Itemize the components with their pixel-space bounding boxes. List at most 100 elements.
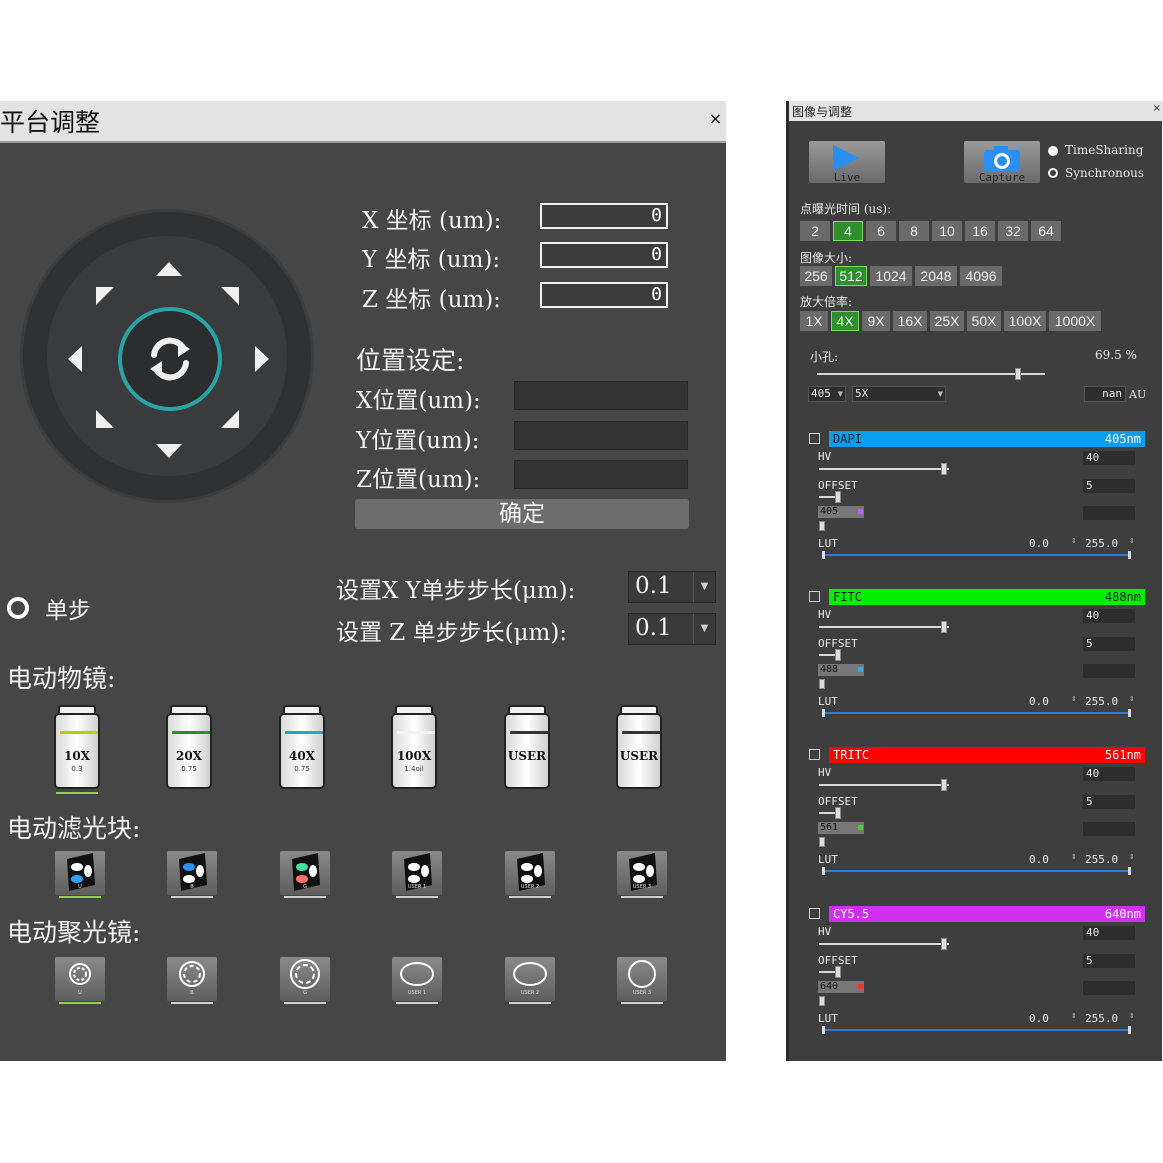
laser-slider-thumb[interactable] [819,837,825,847]
exposure-chip[interactable]: 64 [1031,221,1061,241]
image-close-button[interactable]: × [1153,103,1161,114]
timesharing-radio[interactable] [1048,146,1058,156]
reset-position-button[interactable] [118,307,222,411]
condenser-button[interactable]: B [167,957,217,1005]
filter-block-button[interactable]: USER 1 [392,851,442,899]
lut-min-handle[interactable] [822,867,825,875]
lut-range-slider[interactable] [823,712,1129,714]
objective-button[interactable]: USER [614,703,664,793]
xy-step-select[interactable]: 0.1 ▼ [628,571,716,603]
objective-button[interactable]: 100X 1.4oil [389,703,439,793]
channel-enable-checkbox[interactable] [809,749,820,760]
zoom-chip[interactable]: 16X [893,311,927,331]
move-up-left-arrow-icon[interactable] [96,287,114,305]
lut-min-handle[interactable] [822,551,825,559]
spinner-icon[interactable]: ⇕ [1129,1012,1135,1020]
laser-slider-thumb[interactable] [819,521,825,531]
exposure-chip[interactable]: 16 [965,221,995,241]
laser-line-chip[interactable]: 405 [818,506,864,518]
offset-slider-thumb[interactable] [835,807,841,819]
spinner-icon[interactable]: ⇕ [1129,537,1135,545]
laser-line-chip[interactable]: 640 [818,981,864,993]
single-step-radio[interactable] [7,597,29,619]
hv-slider-track[interactable] [819,784,949,786]
filter-block-button[interactable]: USER 3 [617,851,667,899]
spinner-icon[interactable]: ⇕ [1071,695,1077,703]
condenser-button[interactable]: USER 2 [505,957,555,1005]
lut-range-slider[interactable] [823,870,1129,872]
lut-max-handle[interactable] [1128,867,1131,875]
zoom-chip[interactable]: 9X [862,311,890,331]
hv-slider-track[interactable] [819,943,949,945]
image-size-chip[interactable]: 512 [835,266,867,286]
spinner-icon[interactable]: ⇕ [1071,853,1077,861]
objective-button[interactable]: 10X 0.3 [52,703,102,794]
exposure-chip[interactable]: 2 [800,221,830,241]
spinner-icon[interactable]: ⇕ [1129,695,1135,703]
condenser-button[interactable]: U [55,957,105,1005]
image-size-chip[interactable]: 256 [800,266,832,286]
condenser-button[interactable]: G [280,957,330,1005]
filter-block-button[interactable]: B [167,851,217,899]
confirm-button[interactable]: 确定 [355,499,689,529]
spinner-icon[interactable]: ⇕ [1071,1012,1077,1020]
laser-slider-thumb[interactable] [819,996,825,1006]
filter-block-button[interactable]: USER 2 [505,851,555,899]
offset-slider-thumb[interactable] [835,649,841,661]
channel-enable-checkbox[interactable] [809,908,820,919]
filter-block-button[interactable]: G [280,851,330,899]
stage-close-button[interactable]: × [709,109,722,128]
hv-slider-track[interactable] [819,626,949,628]
move-down-left-arrow-icon[interactable] [96,410,114,428]
lut-min-handle[interactable] [822,709,825,717]
move-down-right-arrow-icon[interactable] [221,410,239,428]
exposure-chip[interactable]: 8 [899,221,929,241]
hv-slider-track[interactable] [819,468,949,470]
pinhole-objective-select[interactable]: 5X ▼ [852,386,946,402]
y-position-input[interactable] [514,421,688,450]
x-position-input[interactable] [514,381,688,410]
move-down-arrow-icon[interactable] [156,444,182,458]
hv-slider-thumb[interactable] [941,621,947,633]
exposure-chip[interactable]: 4 [833,221,863,241]
objective-button[interactable]: 20X 0.75 [164,703,214,793]
z-position-input[interactable] [514,460,688,489]
move-up-right-arrow-icon[interactable] [221,287,239,305]
condenser-button[interactable]: USER 1 [392,957,442,1005]
lut-range-slider[interactable] [823,1029,1129,1031]
move-left-arrow-icon[interactable] [68,346,82,372]
offset-slider-thumb[interactable] [835,491,841,503]
zoom-chip[interactable]: 25X [930,311,964,331]
condenser-button[interactable]: USER 3 [617,957,667,1005]
channel-enable-checkbox[interactable] [809,591,820,602]
pinhole-wave-select[interactable]: 405 ▼ [808,386,846,402]
spinner-icon[interactable]: ⇕ [1071,537,1077,545]
channel-enable-checkbox[interactable] [809,433,820,444]
offset-slider-thumb[interactable] [835,966,841,978]
objective-button[interactable]: USER [502,703,552,793]
exposure-chip[interactable]: 6 [866,221,896,241]
hv-slider-thumb[interactable] [941,463,947,475]
zoom-chip[interactable]: 100X [1004,311,1046,331]
zoom-chip[interactable]: 50X [967,311,1001,331]
lut-min-handle[interactable] [822,1026,825,1034]
lut-max-handle[interactable] [1128,709,1131,717]
zoom-chip[interactable]: 1X [800,311,828,331]
image-size-chip[interactable]: 4096 [960,266,1002,286]
exposure-chip[interactable]: 32 [998,221,1028,241]
synchronous-radio[interactable] [1048,168,1058,178]
hv-slider-thumb[interactable] [941,779,947,791]
spinner-icon[interactable]: ⇕ [1129,853,1135,861]
live-button[interactable]: Live [809,141,885,184]
zoom-chip[interactable]: 4X [831,311,859,331]
laser-slider-thumb[interactable] [819,679,825,689]
z-step-select[interactable]: 0.1 ▼ [628,613,716,645]
capture-button[interactable]: Capture [964,141,1040,184]
move-up-arrow-icon[interactable] [156,262,182,276]
image-size-chip[interactable]: 2048 [915,266,957,286]
image-size-chip[interactable]: 1024 [870,266,912,286]
objective-button[interactable]: 40X 0.75 [277,703,327,793]
pinhole-slider-track[interactable] [817,373,1045,375]
laser-line-chip[interactable]: 488 [818,664,864,676]
move-right-arrow-icon[interactable] [255,346,269,372]
